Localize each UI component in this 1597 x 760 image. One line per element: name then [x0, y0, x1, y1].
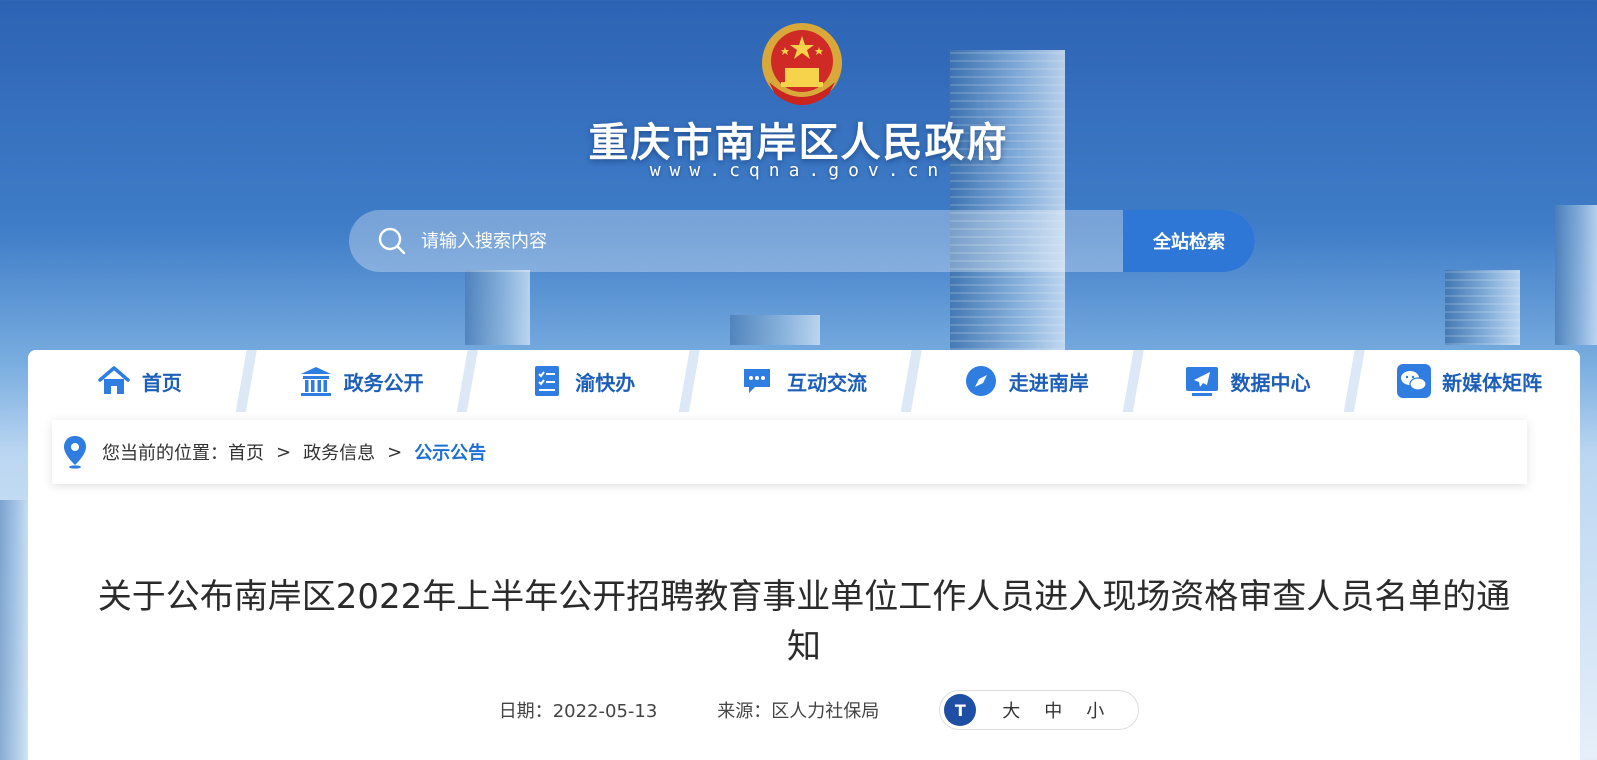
breadcrumb-prefix: 您当前的位置： — [102, 443, 228, 464]
article-source: 来源：区人力社保局 — [717, 697, 879, 723]
source-value: 区人力社保局 — [771, 701, 880, 722]
nav-item-label: 首页 — [141, 370, 182, 395]
checklist-icon — [535, 366, 560, 396]
home-icon — [98, 366, 130, 394]
breadcrumb-current[interactable]: 公示公告 — [414, 439, 486, 465]
date-label: 日期： — [498, 701, 553, 722]
search-icon — [378, 227, 406, 255]
font-size-small-button[interactable]: 小 — [1086, 697, 1104, 723]
main-content-panel: 首页 政务公开 渝快办 互动交流 走进南岸 数据中心 新媒体矩阵 您当前的位置：… — [28, 350, 1580, 760]
nav-item-about-nanan[interactable]: 走进南岸 — [914, 350, 1153, 412]
breadcrumb-government-info-link[interactable]: 政务信息 — [303, 439, 375, 465]
nav-item-new-media[interactable]: 新媒体矩阵 — [1358, 350, 1580, 412]
nav-item-label: 渝快办 — [575, 370, 636, 395]
breadcrumb: 您当前的位置： 首页 > 政务信息 > 公示公告 — [52, 420, 1527, 484]
font-size-icon-label: T — [954, 700, 966, 720]
government-building-icon — [300, 367, 331, 396]
font-size-switcher: T 大 中 小 — [939, 690, 1140, 730]
nav-item-label: 数据中心 — [1230, 370, 1311, 395]
nav-item-home[interactable]: 首页 — [28, 350, 266, 412]
nav-item-government-affairs[interactable]: 政务公开 — [249, 350, 488, 412]
nav-item-data-center[interactable]: 数据中心 — [1136, 350, 1375, 412]
nav-item-label: 走进南岸 — [1008, 370, 1089, 395]
article-meta: 日期：2022-05-13 来源：区人力社保局 T 大 中 小 — [28, 690, 1580, 730]
site-search-button[interactable]: 全站检索 — [1123, 210, 1255, 272]
nav-item-interaction[interactable]: 互动交流 — [693, 350, 931, 412]
location-pin-icon — [64, 436, 86, 469]
nav-item-label: 互动交流 — [787, 370, 868, 395]
article-title: 关于公布南岸区2022年上半年公开招聘教育事业单位工作人员进入现场资格审查人员名… — [97, 577, 1511, 667]
site-header: 重庆市南岸区人民政府 www.cqna.gov.cn 全站检索 — [0, 0, 1597, 340]
font-size-medium-button[interactable]: 中 — [1044, 697, 1062, 723]
breadcrumb-separator: > — [276, 441, 292, 463]
source-label: 来源： — [717, 701, 772, 722]
chat-bubble-icon — [744, 369, 771, 393]
nav-item-yukuaiban[interactable]: 渝快办 — [471, 350, 709, 412]
nav-item-label: 政务公开 — [343, 370, 424, 395]
breadcrumb-home-link[interactable]: 首页 — [228, 439, 264, 465]
compass-icon — [965, 366, 996, 396]
search-input[interactable] — [421, 210, 1123, 272]
national-emblem-icon — [762, 23, 842, 105]
font-size-large-button[interactable]: 大 — [1002, 697, 1020, 723]
font-size-icon: T — [944, 694, 977, 726]
search-bar: 全站检索 — [349, 210, 1255, 272]
article-date: 日期：2022-05-13 — [499, 697, 658, 723]
site-url: www.cqna.gov.cn — [649, 160, 948, 181]
wechat-icon — [1397, 364, 1432, 398]
paper-plane-icon — [1186, 367, 1219, 396]
nav-item-label: 新媒体矩阵 — [1442, 370, 1543, 395]
main-nav: 首页 政务公开 渝快办 互动交流 走进南岸 数据中心 新媒体矩阵 — [28, 350, 1580, 412]
breadcrumb-separator: > — [387, 441, 403, 463]
date-value: 2022-05-13 — [552, 701, 658, 722]
